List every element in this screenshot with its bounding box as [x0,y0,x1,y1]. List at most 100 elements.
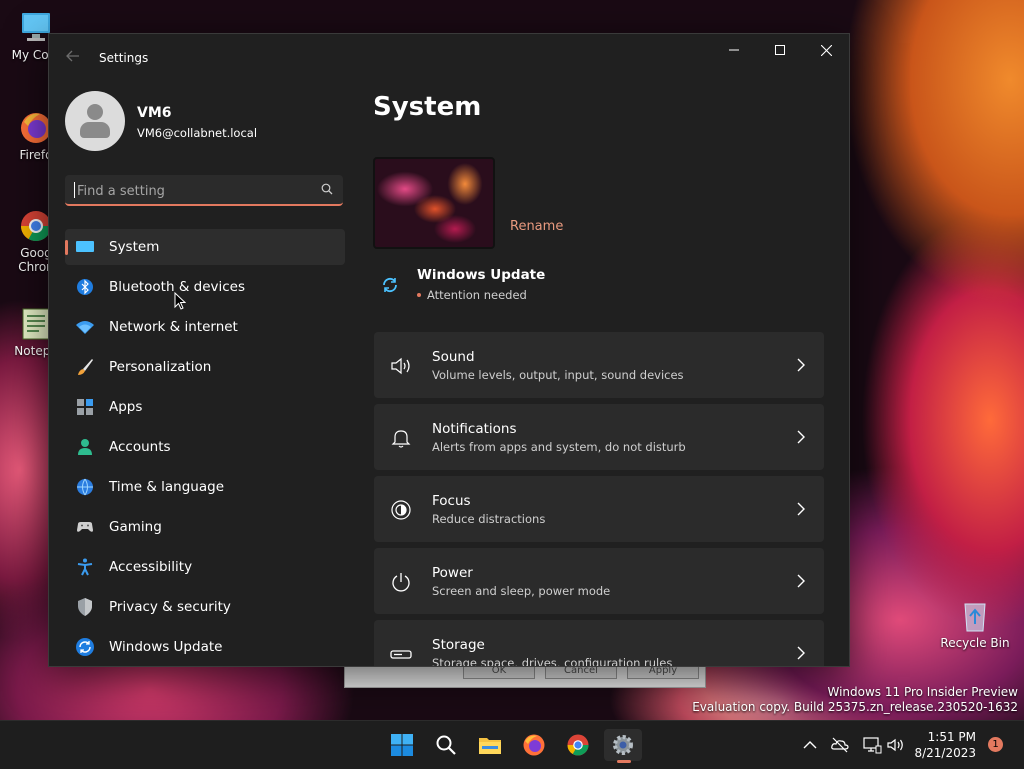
sidebar-item-time-language[interactable]: Time & language [65,469,345,505]
background-dialog: OK Cancel Apply [344,664,706,688]
system-icon [76,241,94,252]
taskbar-search-button[interactable] [430,729,462,761]
clock-date: 8/21/2023 [914,746,976,760]
brush-icon [78,359,93,375]
storage-icon [390,650,412,659]
shield-icon [78,598,92,616]
apps-icon [77,399,93,415]
window-title: Settings [99,51,149,65]
onedrive-icon[interactable] [830,735,850,755]
update-icon [76,638,94,656]
minimize-button[interactable] [711,34,757,66]
maximize-button[interactable] [757,34,803,66]
start-icon [391,734,413,756]
card-subtitle: Alerts from apps and system, do not dist… [432,440,686,454]
active-app-indicator [617,760,631,763]
maximize-icon [775,45,785,55]
settings-list: Sound Volume levels, output, input, soun… [374,332,824,666]
watermark-line-2: Evaluation copy. Build 25375.zn_release.… [692,700,1018,714]
sidebar-item-personalization[interactable]: Personalization [65,349,345,385]
close-icon [820,44,832,56]
mouse-cursor-icon [174,292,186,310]
sidebar-item-label: Windows Update [109,639,223,655]
sidebar-item-label: System [109,239,160,255]
chevron-up-icon[interactable] [800,735,820,755]
system-clock[interactable]: 1:51 PM 8/21/2023 [914,729,976,761]
sidebar-item-label: Gaming [109,519,162,535]
sidebar-item-gaming[interactable]: Gaming [65,509,345,545]
sidebar-item-accounts[interactable]: Accounts [65,429,345,465]
card-title: Storage [432,637,485,653]
notification-badge[interactable]: 1 [988,737,1003,752]
sidebar-item-label: Privacy & security [109,599,231,615]
settings-icon [613,735,633,755]
desktop-icon-recycle-bin[interactable]: Recycle Bin [940,598,1010,650]
page-title: System [373,92,482,122]
power-icon [392,573,410,592]
gamepad-icon [77,522,93,532]
search-box[interactable] [65,175,343,206]
card-title: Notifications [432,421,517,437]
sidebar-item-network[interactable]: Network & internet [65,309,345,345]
title-bar[interactable]: Settings [49,34,849,82]
minimize-icon [729,49,739,51]
file-explorer-button[interactable] [474,729,506,761]
start-button[interactable] [386,729,418,761]
avatar-head [87,104,103,120]
sidebar-item-system[interactable]: System [65,229,345,265]
network-icon[interactable] [862,735,882,755]
chrome-icon [567,734,589,756]
notifications-card[interactable]: Notifications Alerts from apps and syste… [374,404,824,470]
sidebar-item-label: Apps [109,399,143,415]
card-title: Power [432,565,473,581]
chevron-right-icon [797,574,805,588]
chrome-taskbar-button[interactable] [562,729,594,761]
sidebar-item-accessibility[interactable]: Accessibility [65,549,345,585]
speaker-icon [391,357,410,375]
card-subtitle: Volume levels, output, input, sound devi… [432,368,684,382]
chevron-right-icon [797,502,805,516]
update-status: Attention needed [427,288,527,302]
volume-icon[interactable] [886,735,906,755]
sidebar-item-label: Network & internet [109,319,238,335]
bell-icon [391,430,411,448]
search-input[interactable] [75,181,309,201]
chevron-right-icon [797,358,805,372]
settings-window: Settings VM6 VM6@collabnet.local System [48,33,850,667]
desktop-icon-label: Recycle Bin [940,636,1010,650]
avatar [65,91,125,151]
rename-link[interactable]: Rename [510,219,563,234]
firefox-taskbar-button[interactable] [518,729,550,761]
firefox-icon [523,734,545,756]
arrow-left-icon [66,50,79,62]
settings-taskbar-button[interactable] [604,729,642,763]
globe-icon [77,478,93,496]
back-button[interactable] [63,48,83,68]
card-subtitle: Screen and sleep, power mode [432,584,611,598]
sidebar-nav: System Bluetooth & devices Network & int… [65,229,345,666]
storage-card[interactable]: Storage Storage space, drives, configura… [374,620,824,666]
bluetooth-icon [77,279,93,295]
card-title: Focus [432,493,471,509]
power-card[interactable]: Power Screen and sleep, power mode [374,548,824,614]
sidebar-item-windows-update[interactable]: Windows Update [65,629,345,665]
file-explorer-icon [479,738,501,754]
dialog-cancel-button[interactable]: Cancel [545,665,617,679]
dialog-ok-button[interactable]: OK [463,665,535,679]
windows-update-link[interactable]: Windows Update [417,267,545,283]
focus-card[interactable]: Focus Reduce distractions [374,476,824,542]
sidebar-item-bluetooth[interactable]: Bluetooth & devices [65,269,345,305]
dialog-apply-button[interactable]: Apply [627,665,699,679]
sidebar-item-privacy-security[interactable]: Privacy & security [65,589,345,625]
clock-time: 1:51 PM [927,730,976,744]
user-name: VM6 [137,105,172,121]
search-icon [321,183,333,195]
os-watermark: Windows 11 Pro Insider Preview Evaluatio… [692,685,1018,715]
sound-card[interactable]: Sound Volume levels, output, input, soun… [374,332,824,398]
accessibility-icon [77,558,93,576]
close-button[interactable] [803,34,849,66]
chevron-right-icon [797,430,805,444]
avatar-body [80,122,110,138]
sidebar-item-apps[interactable]: Apps [65,389,345,425]
update-icon [383,277,397,293]
